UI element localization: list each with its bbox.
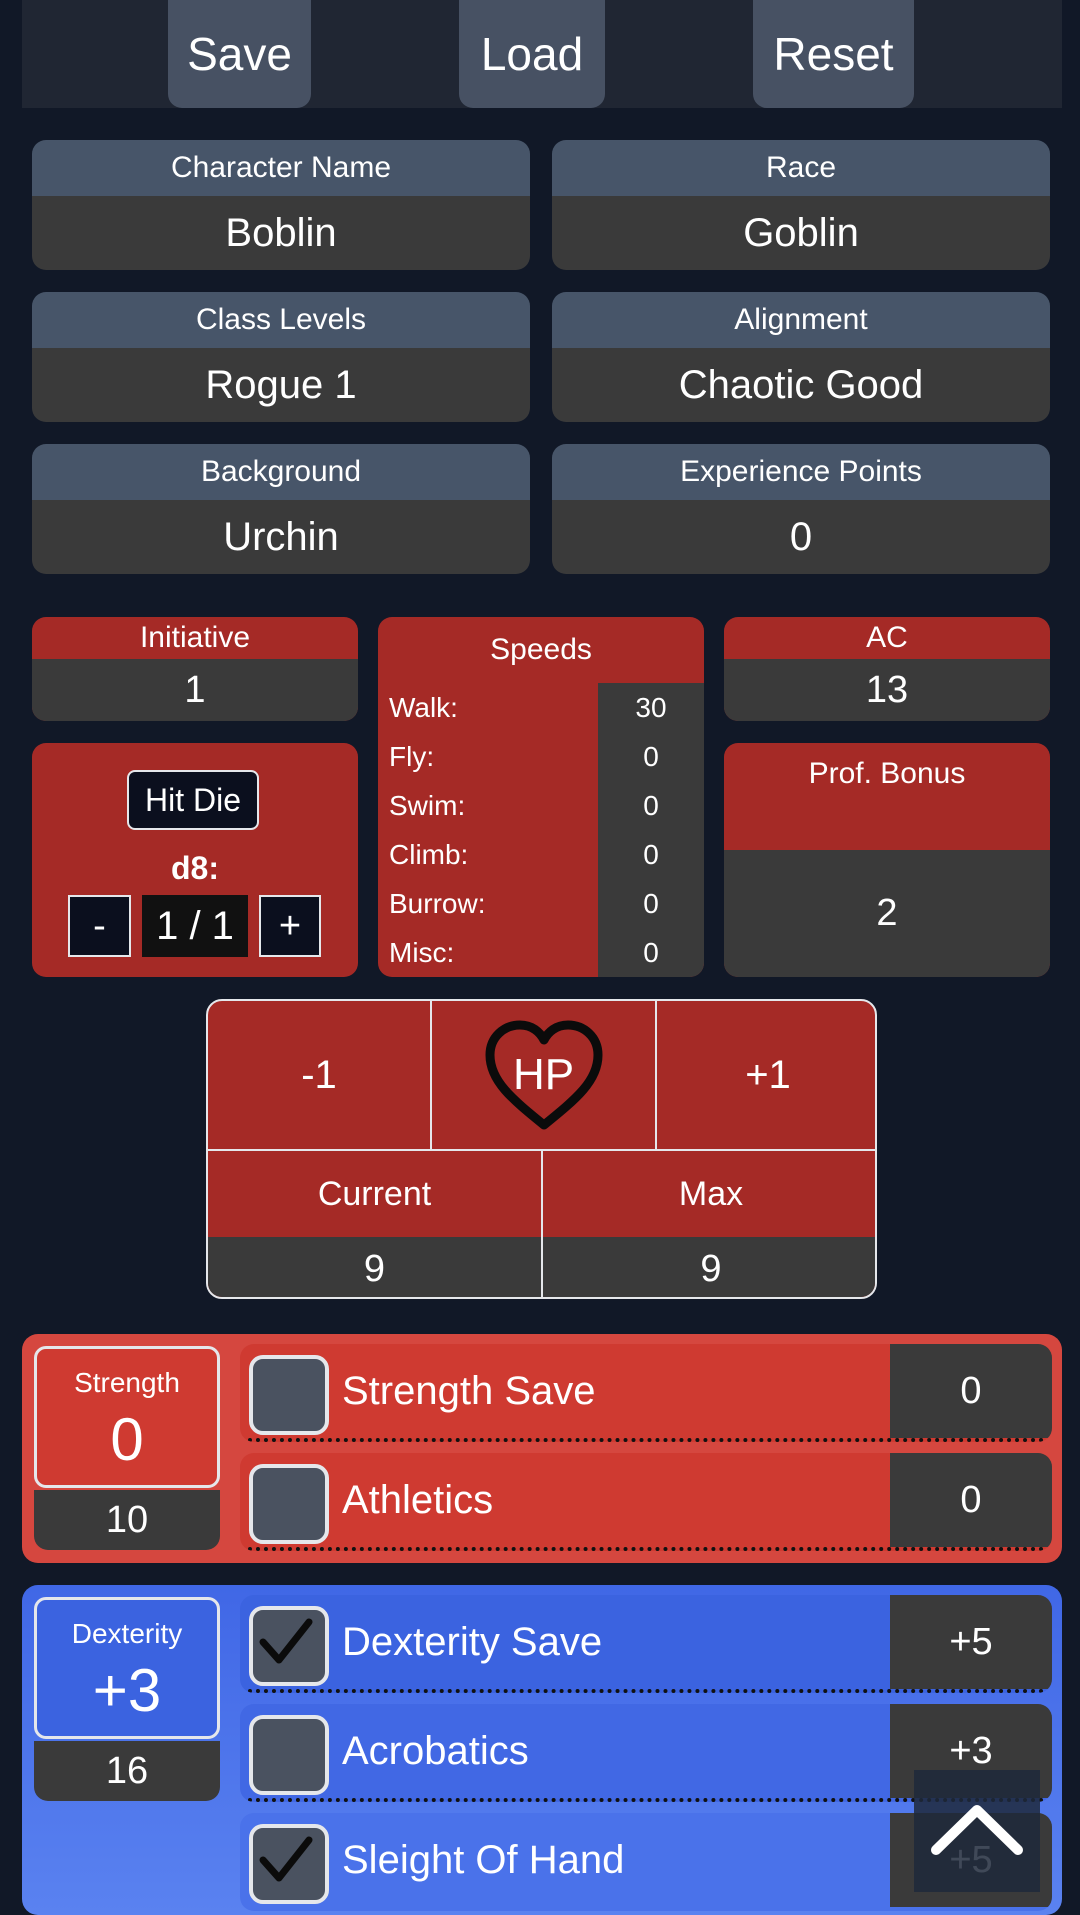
strength-name: Strength [74,1367,180,1398]
hp-plus-button[interactable]: +1 [657,1001,875,1151]
prof-bonus-card: Prof. Bonus 2 [724,743,1050,977]
skill-name: Dexterity Save [342,1619,603,1664]
race-label: Race [552,140,1050,196]
prof-bonus-label: Prof. Bonus [808,757,966,790]
character-name-field[interactable]: Character Name Boblin [32,140,530,270]
proficiency-checkbox[interactable] [249,1715,329,1795]
experience-points-value[interactable]: 0 [552,500,1050,574]
hp-minus-button[interactable]: -1 [208,1001,432,1151]
hp-panel: -1 HP +1 Current Max 9 9 [206,999,877,1299]
speed-value[interactable]: 0 [598,781,704,830]
alignment-label: Alignment [552,292,1050,348]
speed-value[interactable]: 0 [598,928,704,977]
skill-row-athletics[interactable]: Athletics 0 [240,1453,1052,1551]
ac-label: AC [866,621,908,654]
speed-value[interactable]: 30 [598,683,704,732]
skill-value: 0 [890,1344,1052,1438]
dexterity-modifier-box: Dexterity +3 [34,1597,220,1739]
strength-score[interactable]: 10 [34,1490,220,1550]
proficiency-checkbox[interactable] [249,1355,329,1435]
reset-button[interactable]: Reset [753,0,914,108]
skill-name: Acrobatics [342,1728,529,1773]
speed-row-walk: Walk: 30 [378,683,704,732]
hp-heart-cell: HP [432,1001,657,1151]
strength-modifier: 0 [110,1406,144,1473]
hp-max-label: Max [678,1174,744,1213]
alignment-value[interactable]: Chaotic Good [552,348,1050,422]
strength-block: Strength 0 10 Strength Save 0 Athletics … [22,1334,1062,1563]
dexterity-block: Dexterity +3 16 Dexterity Save +5 Acroba… [22,1585,1062,1915]
chevron-up-icon [931,1805,1023,1855]
speed-value[interactable]: 0 [598,879,704,928]
proficiency-checkbox[interactable] [249,1606,329,1686]
initiative-value[interactable]: 1 [32,659,358,721]
skill-name: Athletics [342,1477,494,1522]
speed-row-climb: Climb: 0 [378,830,704,879]
hp-current-value[interactable]: 9 [208,1237,543,1297]
hp-current-label: Current [208,1151,543,1237]
race-field[interactable]: Race Goblin [552,140,1050,270]
hit-die-type: d8: [171,849,219,886]
character-name-value[interactable]: Boblin [32,196,530,270]
speeds-title: Speeds [490,633,592,666]
hit-die-minus-button[interactable]: - [68,895,131,957]
skill-name: Sleight Of Hand [342,1837,625,1882]
experience-points-label: Experience Points [552,444,1050,500]
speed-row-swim: Swim: 0 [378,781,704,830]
skill-name: Strength Save [342,1368,596,1413]
strength-modifier-box: Strength 0 [34,1346,220,1488]
background-field[interactable]: Background Urchin [32,444,530,574]
initiative-card: Initiative 1 [32,617,358,721]
class-levels-field[interactable]: Class Levels Rogue 1 [32,292,530,422]
proficiency-checkbox[interactable] [249,1824,329,1904]
character-name-label: Character Name [32,140,530,196]
speeds-card: Speeds Walk: 30 Fly: 0 Swim: 0 Climb: 0 … [378,617,704,977]
proficiency-checkbox[interactable] [249,1464,329,1544]
race-value[interactable]: Goblin [552,196,1050,270]
skill-row-dexterity-save[interactable]: Dexterity Save +5 [240,1595,1052,1693]
ac-value[interactable]: 13 [724,659,1050,721]
dexterity-name: Dexterity [71,1618,183,1649]
load-button[interactable]: Load [459,0,605,108]
skill-divider [240,1547,1052,1551]
skill-divider [240,1438,1052,1442]
speed-label: Misc: [389,936,455,968]
hp-icon-label: HP [512,1050,575,1099]
speed-row-misc: Misc: 0 [378,928,704,977]
dexterity-score[interactable]: 16 [34,1741,220,1801]
hit-die-plus-button[interactable]: + [259,895,321,957]
speed-value[interactable]: 0 [598,830,704,879]
speed-value[interactable]: 0 [598,732,704,781]
scroll-to-top-button[interactable] [914,1770,1040,1892]
speed-label: Swim: [389,789,466,821]
skill-value: 0 [890,1453,1052,1547]
class-levels-label: Class Levels [32,292,530,348]
initiative-label: Initiative [139,621,251,654]
hit-die-count: 1 / 1 [142,895,248,957]
check-icon [259,1618,313,1664]
check-icon [259,1836,313,1882]
ac-card: AC 13 [724,617,1050,721]
save-button[interactable]: Save [168,0,311,108]
class-levels-value[interactable]: Rogue 1 [32,348,530,422]
prof-bonus-value[interactable]: 2 [724,850,1050,977]
background-label: Background [32,444,530,500]
hp-max-value[interactable]: 9 [543,1237,875,1297]
dexterity-modifier: +3 [92,1657,162,1724]
hit-die-button[interactable]: Hit Die [127,770,259,830]
skill-divider [240,1689,1052,1693]
speed-label: Burrow: [389,887,486,919]
speed-row-burrow: Burrow: 0 [378,879,704,928]
background-value[interactable]: Urchin [32,500,530,574]
speed-label: Climb: [389,838,469,870]
speed-label: Walk: [389,691,458,723]
speed-row-fly: Fly: 0 [378,732,704,781]
experience-points-field[interactable]: Experience Points 0 [552,444,1050,574]
alignment-field[interactable]: Alignment Chaotic Good [552,292,1050,422]
skill-row-strength-save[interactable]: Strength Save 0 [240,1344,1052,1442]
speed-label: Fly: [389,740,435,772]
skill-value: +5 [890,1595,1052,1689]
